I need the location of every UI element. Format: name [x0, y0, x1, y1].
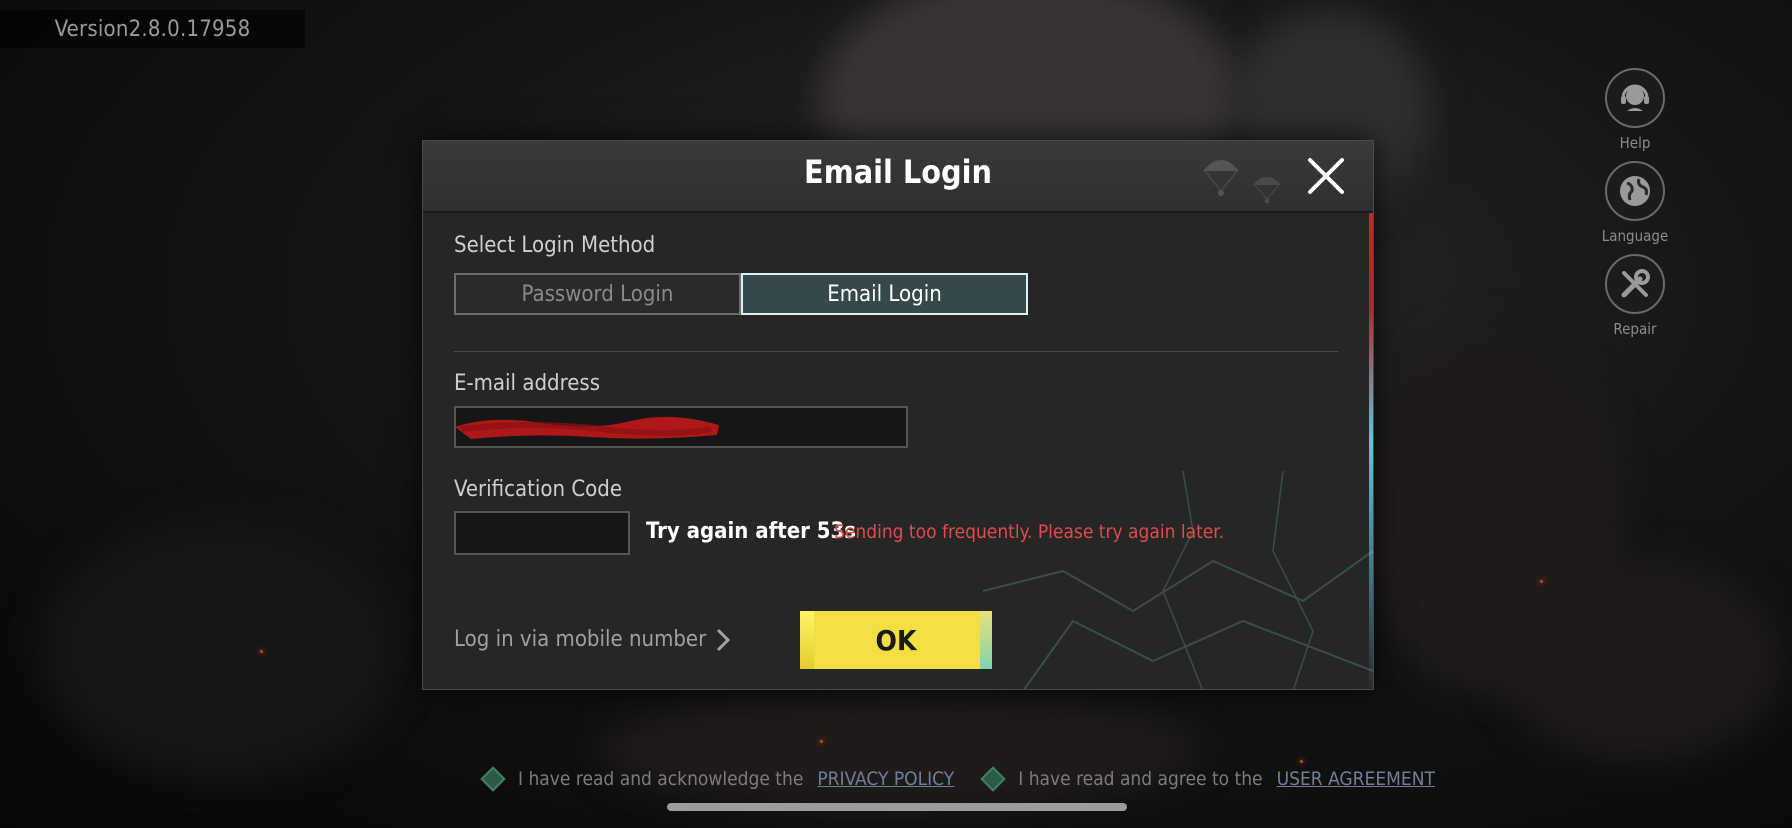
globe-icon — [1605, 161, 1665, 221]
help-label: Help — [1619, 134, 1651, 152]
tab-password-login[interactable]: Password Login — [454, 273, 741, 315]
error-message: Sending too frequently. Please try again… — [834, 521, 1224, 543]
close-icon — [1308, 158, 1344, 194]
tab-email-login[interactable]: Email Login — [741, 273, 1028, 315]
user-agreement-link[interactable]: USER AGREEMENT — [1277, 768, 1435, 790]
ok-label: OK — [875, 623, 917, 657]
mobile-login-link[interactable]: Log in via mobile number — [454, 627, 731, 652]
privacy-checkbox[interactable] — [480, 766, 506, 792]
map-decoration — [983, 471, 1373, 689]
help-icon — [1605, 68, 1665, 128]
privacy-policy-link[interactable]: PRIVACY POLICY — [817, 768, 954, 790]
privacy-prefix: I have read and acknowledge the — [518, 768, 804, 790]
chevron-right-icon — [717, 628, 731, 651]
section-divider — [454, 351, 1338, 352]
resend-countdown: Try again after 53s — [646, 519, 857, 544]
dialog-header: Email Login — [423, 141, 1373, 213]
login-method-tabs: Password Login Email Login — [454, 273, 1028, 315]
help-button[interactable]: Help — [1604, 68, 1666, 152]
version-label: Version2.8.0.17958 — [0, 10, 305, 48]
agreement-checkbox[interactable] — [980, 766, 1006, 792]
agreements-bar: I have read and acknowledge the PRIVACY … — [480, 766, 1461, 792]
language-label: Language — [1601, 227, 1669, 245]
verification-code-field[interactable] — [454, 511, 630, 555]
language-button[interactable]: Language — [1601, 161, 1669, 245]
repair-label: Repair — [1613, 320, 1657, 338]
verification-code-label: Verification Code — [454, 477, 622, 502]
agreement-prefix: I have read and agree to the — [1018, 768, 1263, 790]
redaction-scribble — [455, 416, 719, 439]
repair-button[interactable]: Repair — [1604, 254, 1666, 338]
login-method-label: Select Login Method — [454, 233, 656, 258]
home-indicator[interactable] — [667, 803, 1127, 811]
email-label: E-mail address — [454, 371, 601, 396]
email-login-dialog: Email Login Select Login Method Password… — [422, 140, 1374, 690]
ok-button[interactable]: OK — [800, 611, 992, 669]
repair-icon — [1605, 254, 1665, 314]
close-button[interactable] — [1303, 153, 1349, 199]
dialog-title: Email Login — [804, 153, 992, 191]
mobile-login-label: Log in via mobile number — [454, 627, 707, 652]
